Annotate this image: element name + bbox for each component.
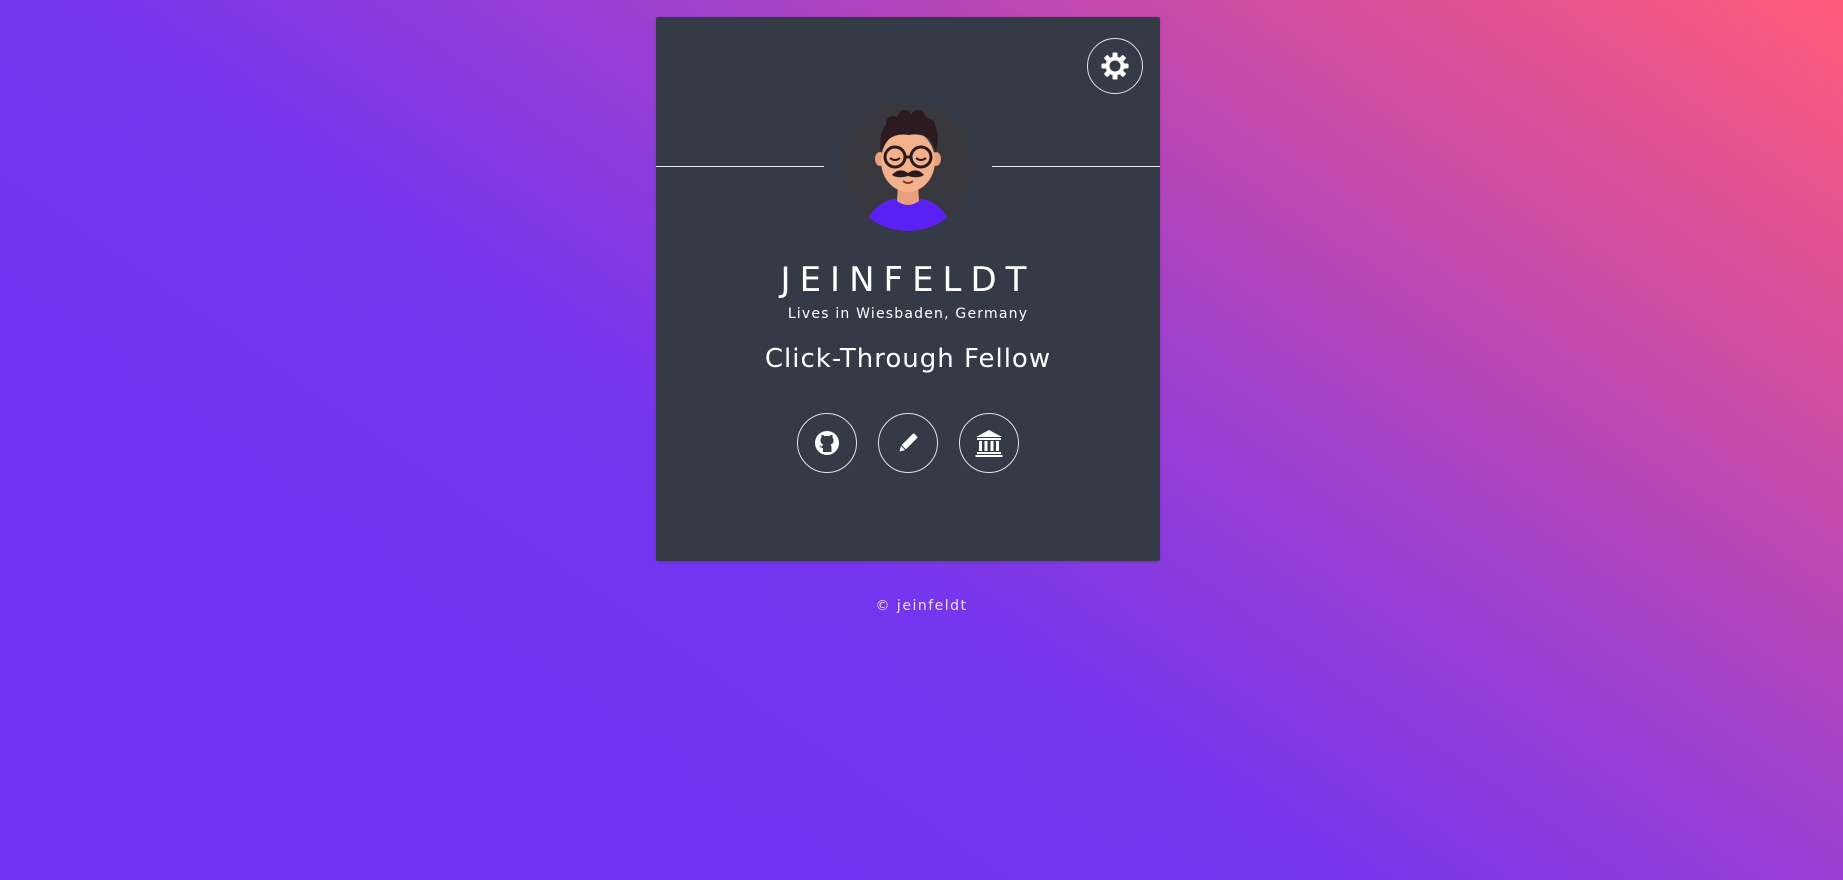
divider-left xyxy=(656,166,824,167)
blog-button[interactable] xyxy=(878,413,938,473)
footer-copyright: © jeinfeldt xyxy=(875,598,968,614)
divider-right xyxy=(992,166,1160,167)
avatar-illustration xyxy=(865,110,951,231)
profile-location: Lives in Wiesbaden, Germany xyxy=(787,306,1029,322)
avatar xyxy=(843,101,973,231)
settings-button[interactable] xyxy=(1087,38,1143,94)
social-links xyxy=(656,413,1160,473)
github-icon xyxy=(815,431,839,455)
profile-name: JEINFELDT xyxy=(780,260,1036,300)
profile-tagline: Click-Through Fellow xyxy=(764,344,1052,374)
institution-button[interactable] xyxy=(959,413,1019,473)
bank-icon xyxy=(975,430,1003,457)
github-button[interactable] xyxy=(797,413,857,473)
profile-card: JEINFELDT Lives in Wiesbaden, Germany Cl… xyxy=(656,17,1160,561)
gear-icon xyxy=(1101,52,1129,80)
pencil-icon xyxy=(899,433,918,452)
